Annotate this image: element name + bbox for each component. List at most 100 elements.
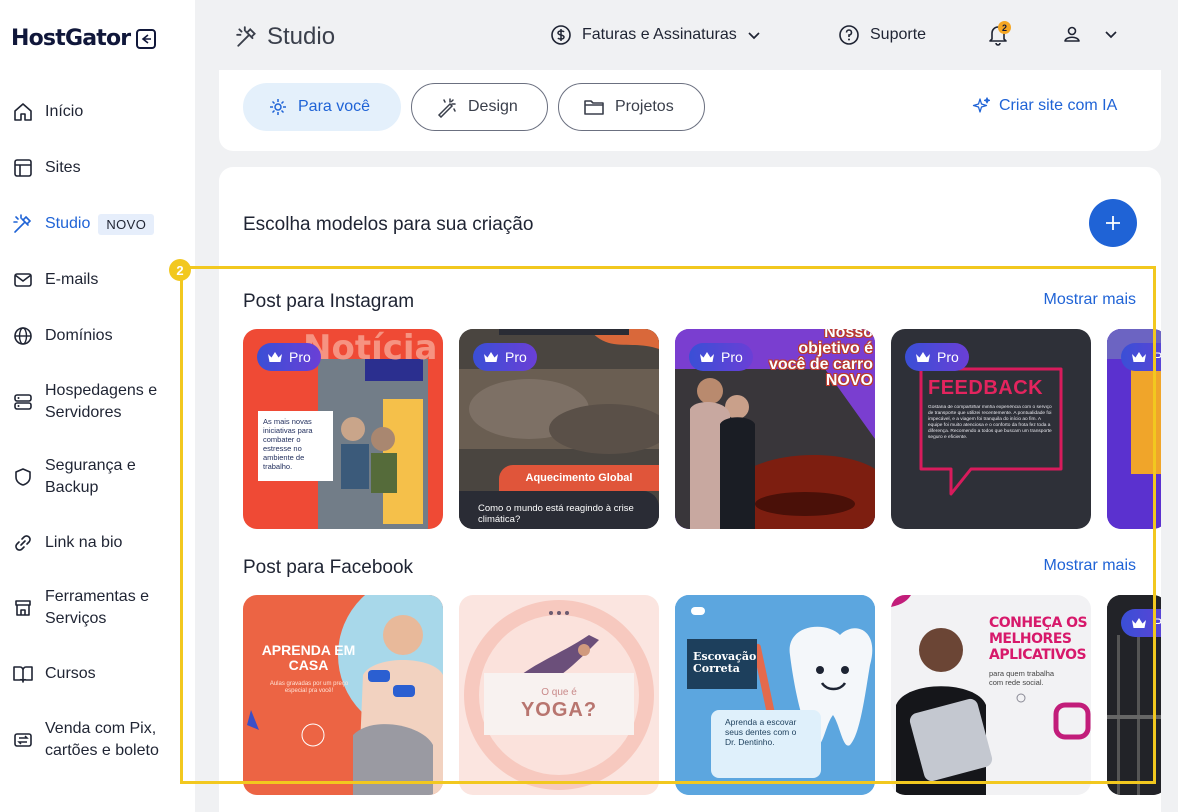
crown-icon	[484, 352, 498, 362]
sidebar-item-sites[interactable]: Sites	[0, 157, 195, 179]
billing-menu[interactable]: Faturas e Assinaturas	[550, 24, 761, 46]
template-headline: Escovação Correta	[693, 650, 757, 675]
pro-label: Pro	[1153, 615, 1161, 631]
facebook-template-aplicativos[interactable]: CONHEÇA OS MELHORES APLICATIVOS para que…	[891, 595, 1091, 795]
instagram-template-noticia[interactable]: Notícia Pro As mais novas iniciativas pa…	[243, 329, 443, 529]
sidebar-item-label: Venda com Pix, cartões e boleto	[45, 718, 159, 762]
template-text: Como o mundo está reagindo à crise climá…	[459, 491, 659, 529]
tabs-card: Para você Design Projetos Criar site com…	[219, 70, 1161, 151]
sidebar-item-hospedagens[interactable]: Hospedagens e Servidores	[0, 380, 195, 424]
sidebar-item-label: Cursos	[45, 665, 96, 682]
template-headline: FEEDBACK	[928, 377, 1044, 399]
sidebar-item-ferramentas[interactable]: Ferramentas e Serviços	[0, 586, 195, 630]
magic-wand-icon	[437, 98, 456, 118]
instagram-template-aquecimento[interactable]: Pro Aquecimento Global Como o mundo está…	[459, 329, 659, 529]
studio-icon	[12, 213, 34, 235]
sidebar-item-label: Segurança e Backup	[45, 455, 136, 499]
store-icon	[12, 597, 34, 619]
label-line-2: Servidores	[45, 404, 122, 421]
tab-para-voce[interactable]: Para você	[243, 83, 401, 131]
chevron-down-icon	[1105, 31, 1117, 39]
new-badge: NOVO	[98, 213, 155, 235]
instagram-template-feedback[interactable]: Pro FEEDBACK Gostaria de compartilhar mi…	[891, 329, 1091, 529]
template-tag: Aquecimento Global	[499, 465, 659, 491]
sidebar-item-label: Início	[45, 103, 84, 120]
crown-icon	[916, 352, 930, 362]
template-headline: APRENDA EM CASA	[261, 642, 356, 673]
tab-projetos[interactable]: Projetos	[558, 83, 705, 131]
template-headline: Nosso objetivo é você de carro NOVO	[768, 329, 873, 389]
pro-badge: Pro	[257, 343, 321, 371]
help-icon	[839, 25, 859, 45]
sidebar-item-label: E-mails	[45, 271, 99, 288]
facebook-template-aprenda[interactable]: APRENDA EM CASA Aulas gravadas por um pr…	[243, 595, 443, 795]
label-line-1: Ferramentas e	[45, 588, 150, 605]
pro-badge: Pro	[1121, 343, 1161, 371]
notification-count: 2	[998, 21, 1011, 34]
template-text: Gostaria de compartilhar minha experiênc…	[928, 405, 1052, 440]
sidebar-item-studio[interactable]: Studio NOVO	[0, 213, 195, 235]
billing-label: Faturas e Assinaturas	[582, 26, 737, 43]
plus-icon	[1106, 216, 1120, 230]
instagram-template-partial[interactable]: Pro	[1107, 329, 1161, 529]
page-title-text: Studio	[267, 23, 336, 50]
crown-icon	[700, 352, 714, 362]
home-icon	[12, 101, 34, 123]
facebook-show-more[interactable]: Mostrar mais	[1044, 557, 1136, 575]
sidebar: HostGator Início Sites Studio NOVO E-mai…	[0, 0, 195, 812]
notifications-button[interactable]: 2	[988, 21, 1011, 51]
svg-text:Notícia: Notícia	[303, 329, 437, 368]
pro-badge: Pro	[473, 343, 537, 371]
tab-label: Design	[468, 98, 518, 115]
template-preview	[675, 595, 875, 795]
pro-label: Pro	[937, 349, 959, 365]
label-line-1: Segurança e	[45, 457, 136, 474]
sidebar-item-label: Studio	[45, 215, 91, 232]
add-creation-button[interactable]	[1089, 199, 1137, 247]
user-menu[interactable]	[1062, 24, 1118, 44]
sidebar-item-dominios[interactable]: Domínios	[0, 325, 195, 347]
top-bar: Studio Faturas e Assinaturas Suporte 2	[195, 0, 1178, 74]
label-line-2: Backup	[45, 479, 99, 496]
templates-card: Escolha modelos para sua criação Post pa…	[219, 167, 1161, 812]
template-preview	[247, 595, 443, 795]
sidebar-item-venda[interactable]: Venda com Pix, cartões e boleto	[0, 718, 195, 762]
sidebar-item-label: Link na bio	[45, 534, 123, 551]
create-site-ai-link[interactable]: Criar site com IA	[971, 96, 1117, 116]
facebook-template-escovacao[interactable]: Escovação Correta Aprenda a escovar seus…	[675, 595, 875, 795]
user-icon	[1064, 26, 1080, 42]
sidebar-item-label: Sites	[45, 159, 81, 176]
collapse-sidebar-icon[interactable]	[136, 28, 157, 49]
pro-label: Pro	[721, 349, 743, 365]
instagram-template-carro[interactable]: Pro Nosso objetivo é você de carro NOVO	[675, 329, 875, 529]
pro-badge: Pro	[1121, 609, 1161, 637]
shield-icon	[12, 466, 34, 488]
logo[interactable]: HostGator	[11, 26, 157, 51]
globe-icon	[12, 325, 34, 347]
template-text: As mais novas iniciativas para combater …	[258, 411, 333, 481]
page-title: Studio	[235, 23, 335, 51]
tab-design[interactable]: Design	[411, 83, 548, 131]
sidebar-item-emails[interactable]: E-mails	[0, 269, 195, 291]
studio-icon	[236, 26, 256, 47]
template-headline: YOGA?	[520, 699, 598, 721]
sidebar-item-link-na-bio[interactable]: Link na bio	[0, 532, 195, 554]
instagram-show-more[interactable]: Mostrar mais	[1044, 291, 1136, 309]
facebook-template-yoga[interactable]: O que é YOGA?	[459, 595, 659, 795]
sidebar-item-label: Ferramentas e Serviços	[45, 586, 149, 630]
template-small: O que é	[541, 687, 577, 698]
sidebar-item-seguranca[interactable]: Segurança e Backup	[0, 455, 195, 499]
instagram-section-title: Post para Instagram	[243, 291, 415, 312]
support-link[interactable]: Suporte	[838, 24, 926, 46]
facebook-template-partial[interactable]: Pro	[1107, 595, 1161, 795]
label-line-2: Serviços	[45, 610, 107, 627]
chevron-down-icon	[748, 32, 760, 40]
templates-title: Escolha modelos para sua criação	[243, 214, 534, 235]
sidebar-item-inicio[interactable]: Início	[0, 101, 195, 123]
label-line-1: Venda com Pix,	[45, 720, 157, 737]
sidebar-item-cursos[interactable]: Cursos	[0, 663, 195, 685]
template-text: Aprenda a escovar seus dentes com o Dr. …	[725, 717, 797, 747]
transfer-icon	[12, 729, 34, 751]
link-icon	[12, 532, 34, 554]
mail-icon	[12, 269, 34, 291]
